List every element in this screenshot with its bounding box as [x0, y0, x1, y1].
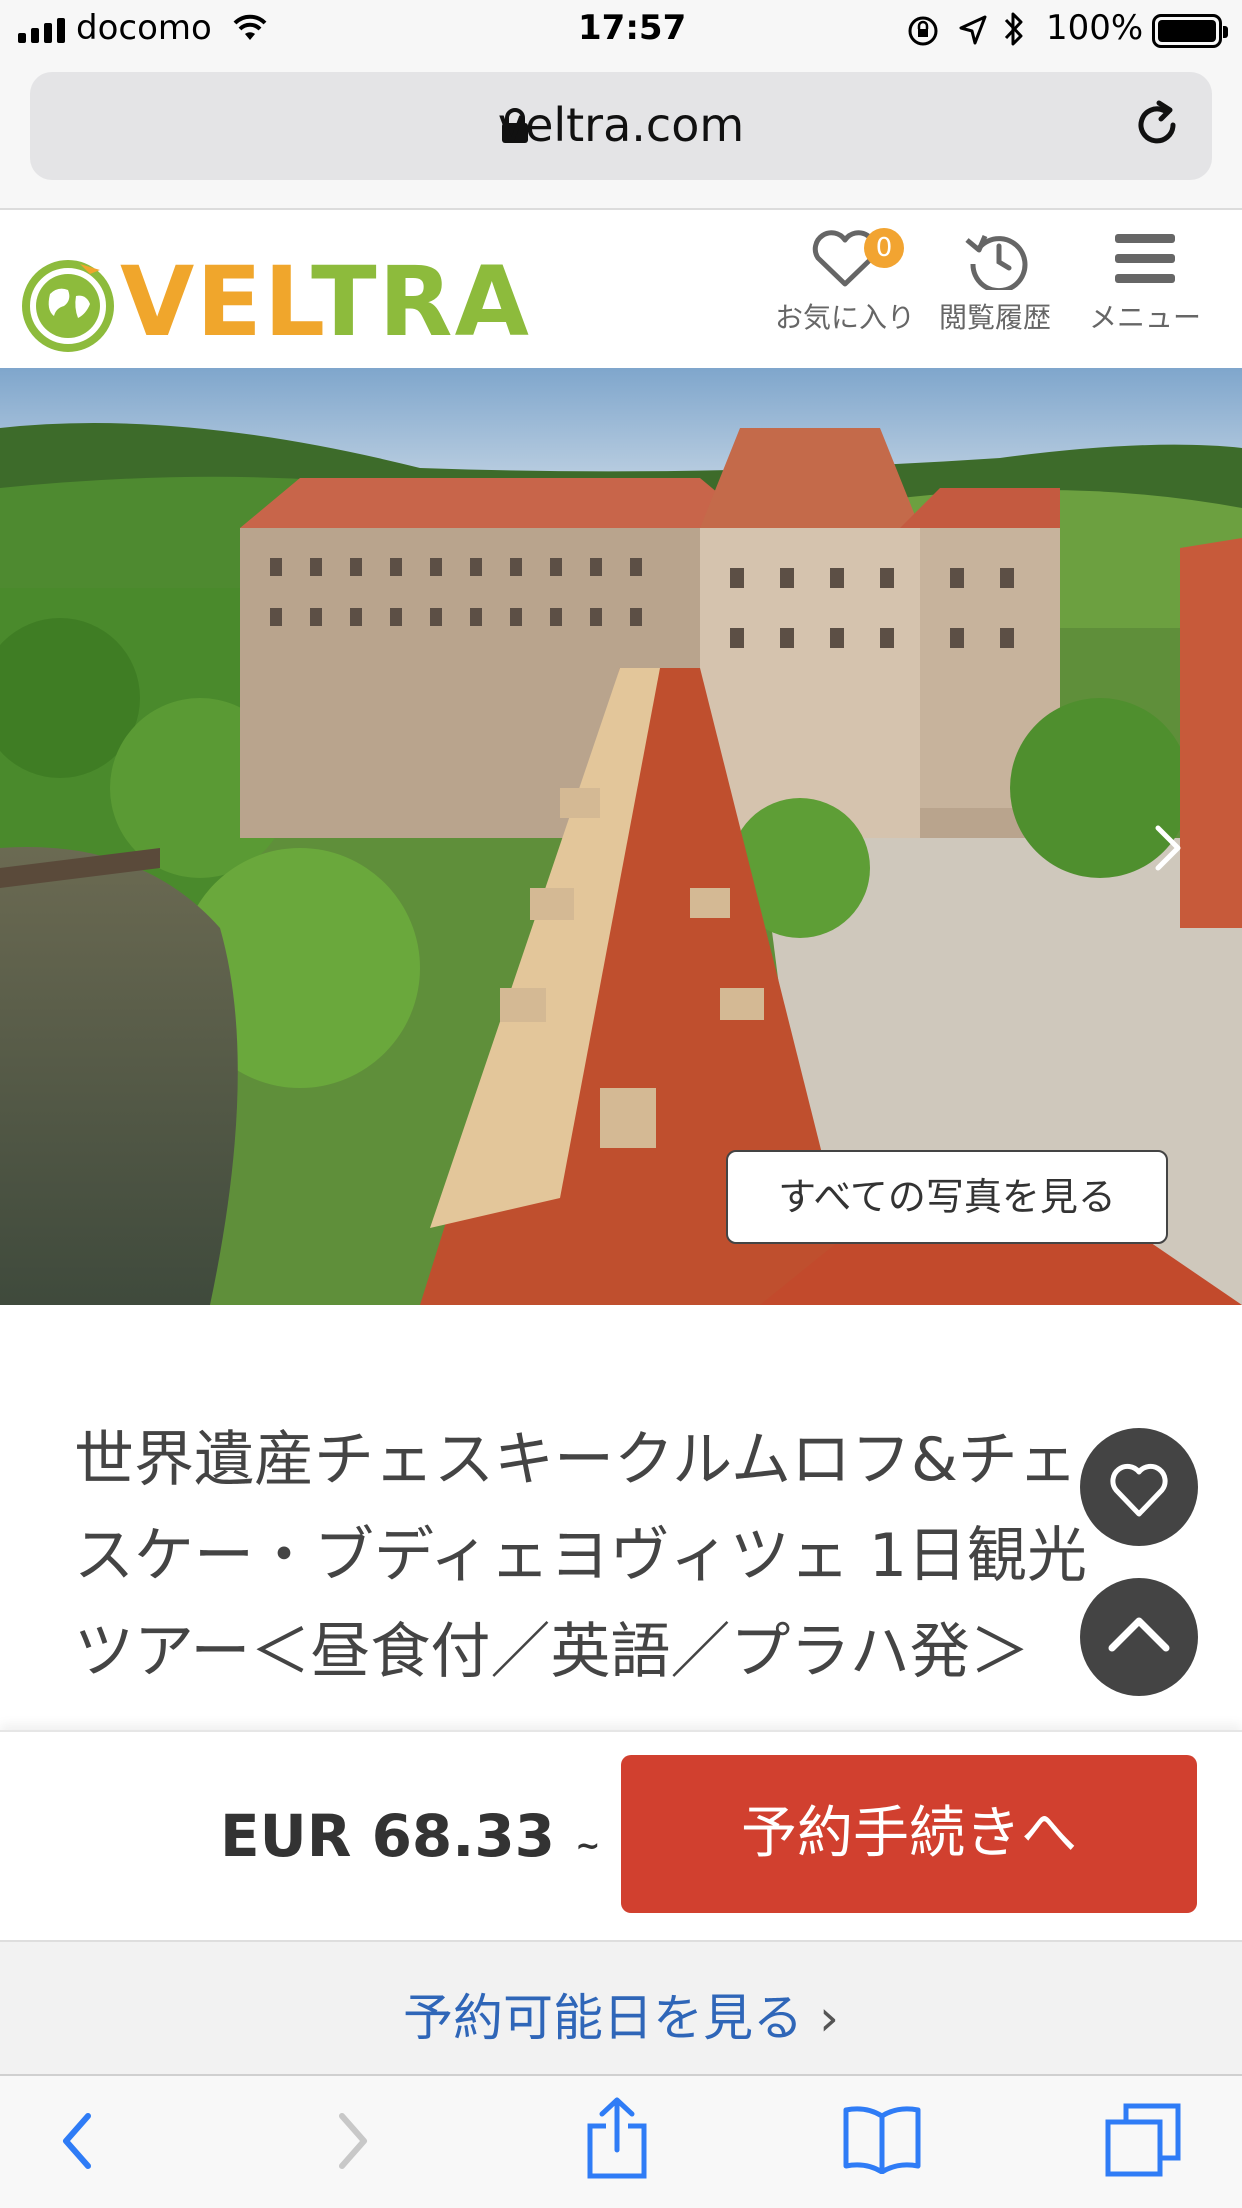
bluetooth-icon	[1004, 12, 1023, 46]
view-available-dates-label: 予約可能日を見る	[403, 1989, 803, 2047]
view-all-photos-button[interactable]: すべての写真を見る	[726, 1150, 1168, 1244]
hamburger-menu-icon	[1115, 234, 1175, 283]
carousel-next-chevron-icon[interactable]	[1148, 820, 1188, 876]
forward-arrow-icon[interactable]	[330, 2106, 374, 2176]
location-arrow-icon	[959, 15, 987, 45]
favorites-label: お気に入り	[774, 301, 915, 334]
price-value: EUR 68.33	[220, 1802, 556, 1870]
orientation-lock-icon	[908, 16, 938, 46]
address-bar[interactable]: veltra.com	[30, 72, 1212, 180]
scroll-to-top-fab[interactable]	[1080, 1578, 1198, 1696]
menu-label: メニュー	[1088, 301, 1201, 334]
favorites-count-badge: 0	[864, 228, 904, 268]
address-url[interactable]: veltra.com	[30, 98, 1212, 152]
browser-toolbar	[0, 2074, 1242, 2208]
menu-button[interactable]: メニュー	[1070, 228, 1220, 358]
tour-title: 世界遺産チェスキークルムロフ&チェスケー・ブディェヨヴィツェ 1日観光ツアー＜昼…	[74, 1425, 1088, 1687]
heart-icon	[1110, 1463, 1168, 1517]
status-bar: docomo 17:57 100%	[0, 0, 1242, 62]
history-clock-icon	[965, 235, 1028, 290]
reload-icon[interactable]	[1130, 98, 1184, 152]
wifi-icon	[233, 14, 267, 40]
availability-bar[interactable]: 予約可能日を見る ›	[0, 1940, 1242, 2074]
veltra-globe-logo-icon[interactable]	[20, 256, 116, 352]
history-label: 閲覧履歴	[938, 301, 1051, 334]
view-available-dates-link[interactable]: 予約可能日を見る ›	[0, 1978, 1242, 2050]
battery-percent: 100%	[1046, 8, 1144, 48]
bookmarks-icon[interactable]	[842, 2102, 922, 2174]
chevron-up-icon	[1108, 1617, 1170, 1652]
add-favorite-fab[interactable]	[1080, 1428, 1198, 1546]
price-display: EUR 68.33 ~	[220, 1802, 600, 1870]
veltra-logo-text[interactable]: VELTRA	[120, 254, 531, 350]
proceed-to-booking-button[interactable]: 予約手続きへ	[621, 1755, 1197, 1913]
cellular-signal-icon	[18, 18, 65, 43]
price-suffix: ~	[575, 1829, 601, 1864]
chevron-right-icon: ›	[819, 1989, 839, 2047]
battery-icon	[1152, 14, 1228, 48]
clock: 17:57	[578, 8, 687, 48]
carrier-name: docomo	[76, 8, 212, 48]
share-icon[interactable]	[584, 2096, 650, 2180]
tour-title-container: 世界遺産チェスキークルムロフ&チェスケー・ブディェヨヴィツェ 1日観光ツアー＜昼…	[74, 1412, 1114, 1730]
history-button[interactable]: 閲覧履歴	[920, 228, 1070, 358]
tabs-icon[interactable]	[1104, 2100, 1184, 2180]
back-arrow-icon[interactable]	[56, 2106, 100, 2176]
